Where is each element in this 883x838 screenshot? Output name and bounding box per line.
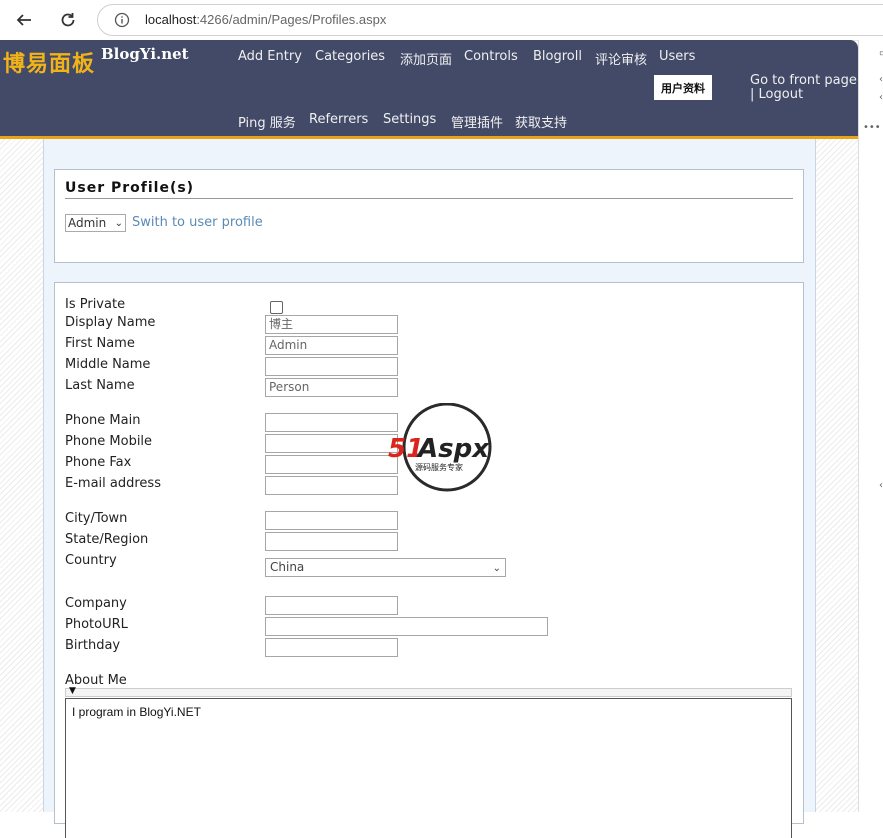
country-select-value: China [270,560,305,574]
logout-link[interactable]: Logout [759,87,804,102]
state-label: State/Region [65,532,149,547]
display-name-label: Display Name [65,315,156,330]
switch-profile-link[interactable]: Swith to user profile [132,215,263,230]
company-input[interactable] [265,596,398,615]
display-name-input[interactable]: 博主 [265,315,398,334]
menu-manage-plugins[interactable]: 管理插件 [451,112,503,131]
menu-blogroll[interactable]: Blogroll [533,49,582,64]
editor-toolbar[interactable]: ▼ [65,686,792,697]
first-name-label: First Name [65,336,135,351]
reload-icon [61,13,75,27]
menu-add-page[interactable]: 添加页面 [400,49,452,68]
logo-english[interactable]: BlogYi.net [101,45,189,63]
watermark-tagline: 源码服务专家 [415,462,463,472]
address-bar[interactable]: localhost:4266/admin/Pages/Profiles.aspx [97,4,883,36]
email-label: E-mail address [65,476,161,491]
profile-form-panel: Is Private Display Name 博主 First Name Ad… [54,282,804,838]
url-text: localhost:4266/admin/Pages/Profiles.aspx [145,12,386,27]
back-arrow-icon [16,14,31,26]
browser-toolbar: localhost:4266/admin/Pages/Profiles.aspx [0,0,883,41]
menu-user-profile[interactable]: 用户资料 [654,75,712,100]
url-path: :4266/admin/Pages/Profiles.aspx [196,12,387,27]
is-private-label: Is Private [65,297,126,312]
chevron-down-icon: ⌄ [492,563,501,574]
menu-add-entry[interactable]: Add Entry [238,49,302,64]
company-label: Company [65,596,127,611]
user-profiles-panel: User Profile(s) Admin ⌄ Swith to user pr… [54,169,804,263]
logo-chinese[interactable]: 博易面板 [3,46,95,78]
go-to-front-page-link[interactable]: Go to front page [750,73,857,88]
email-input[interactable] [265,476,398,495]
adjacent-window-edge: ▭ ‹ ‹ ••• ‹ [858,40,883,812]
admin-header: 博易面板 BlogYi.net Add Entry Categories 添加页… [0,40,858,139]
chevron-left-icon: ‹ [879,92,883,103]
birthday-label: Birthday [65,638,121,653]
site-info-icon[interactable] [114,12,130,28]
city-input[interactable] [265,511,398,530]
phone-mobile-label: Phone Mobile [65,434,153,449]
is-private-checkbox[interactable] [270,301,283,314]
menu-referrers[interactable]: Referrers [309,112,368,127]
first-name-input[interactable]: Admin [265,336,398,355]
chevron-left-icon: ‹ [879,74,883,85]
state-input[interactable] [265,532,398,551]
last-name-input[interactable]: Person [265,378,398,397]
city-label: City/Town [65,511,128,526]
link-separator: | [750,87,755,102]
title-divider [65,198,793,199]
user-select-value: Admin [68,216,107,230]
birthday-input[interactable] [265,638,398,657]
last-name-label: Last Name [65,378,135,393]
menu-ping-service[interactable]: Ping 服务 [238,112,296,131]
url-host: localhost [145,12,197,27]
menu-get-support[interactable]: 获取支持 [515,112,567,131]
toolbar-toggle-icon[interactable]: ▼ [69,686,76,696]
country-label: Country [65,553,117,568]
phone-fax-label: Phone Fax [65,455,132,470]
about-me-editor[interactable]: I program in BlogYi.NET [65,698,792,838]
menu-categories[interactable]: Categories [315,49,385,64]
more-icon[interactable]: ••• [863,122,881,133]
user-select[interactable]: Admin ⌄ [65,214,126,232]
chevron-left-icon: ‹ [879,480,883,491]
phone-mobile-input[interactable] [265,434,398,453]
panel-icon: ▭ [879,48,883,59]
menu-controls[interactable]: Controls [464,49,518,64]
country-select[interactable]: China ⌄ [265,558,506,577]
middle-name-input[interactable] [265,357,398,376]
panel-title: User Profile(s) [65,180,195,196]
photo-url-label: PhotoURL [65,617,128,632]
middle-name-label: Middle Name [65,357,151,372]
menu-users[interactable]: Users [659,49,695,64]
menu-comment-review[interactable]: 评论审核 [595,49,647,68]
photo-url-input[interactable] [265,617,548,636]
reload-button[interactable] [56,8,80,32]
menu-settings[interactable]: Settings [383,112,436,127]
watermark-logo: 51 Aspx 源码服务专家 [388,402,508,493]
phone-main-input[interactable] [265,413,398,432]
watermark-aspx: Aspx [416,434,490,464]
watermark-logo-icon: 51 Aspx 源码服务专家 [388,402,492,492]
chevron-down-icon: ⌄ [114,218,123,229]
back-button[interactable] [12,8,36,32]
phone-fax-input[interactable] [265,455,398,474]
front-links: Go to front page | Logout [750,74,857,102]
phone-main-label: Phone Main [65,413,141,428]
